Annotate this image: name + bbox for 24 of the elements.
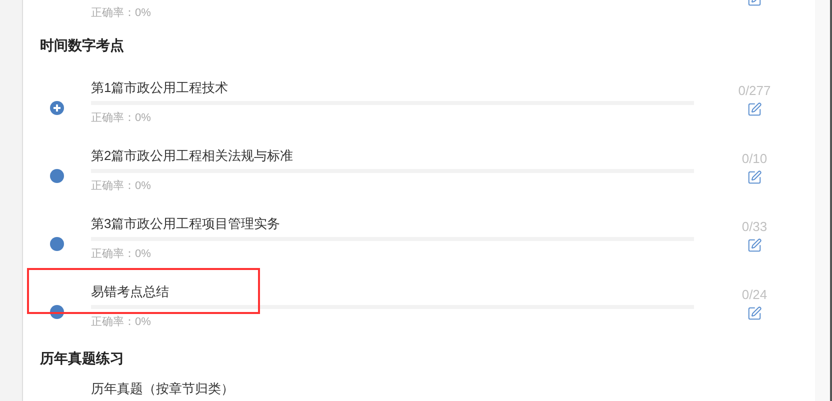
dot-icon xyxy=(50,237,64,251)
item-title[interactable]: 历年真题（按章节归类） xyxy=(91,380,234,398)
item-title[interactable]: 第3篇市政公用工程项目管理实务 xyxy=(91,215,694,233)
section-heading: 时间数字考点 xyxy=(40,36,124,55)
question-count: 0/33 xyxy=(742,219,768,235)
item-title[interactable]: 第1篇市政公用工程技术 xyxy=(91,79,694,97)
question-count: 0/10 xyxy=(742,151,768,167)
accuracy-text: 正确率：0% xyxy=(91,7,151,19)
dot-icon xyxy=(50,169,64,183)
accuracy-text: 正确率：0% xyxy=(91,247,152,261)
edit-icon[interactable] xyxy=(747,238,762,253)
edit-icon[interactable] xyxy=(747,306,762,321)
item-title[interactable]: 易错考点总结 xyxy=(91,283,694,301)
edit-icon[interactable] xyxy=(747,170,762,185)
plus-circle-icon[interactable] xyxy=(50,101,64,115)
accuracy-text: 正确率：0% xyxy=(91,315,152,329)
dot-icon xyxy=(50,305,64,319)
question-count: 0/24 xyxy=(742,287,768,303)
edit-icon[interactable] xyxy=(747,102,762,117)
section-heading: 历年真题练习 xyxy=(40,348,124,368)
question-count: 0/277 xyxy=(738,83,771,99)
item-title[interactable]: 第2篇市政公用工程相关法规与标准 xyxy=(91,147,694,165)
accuracy-text: 正确率：0% xyxy=(91,111,152,125)
accuracy-text: 正确率：0% xyxy=(91,179,152,193)
